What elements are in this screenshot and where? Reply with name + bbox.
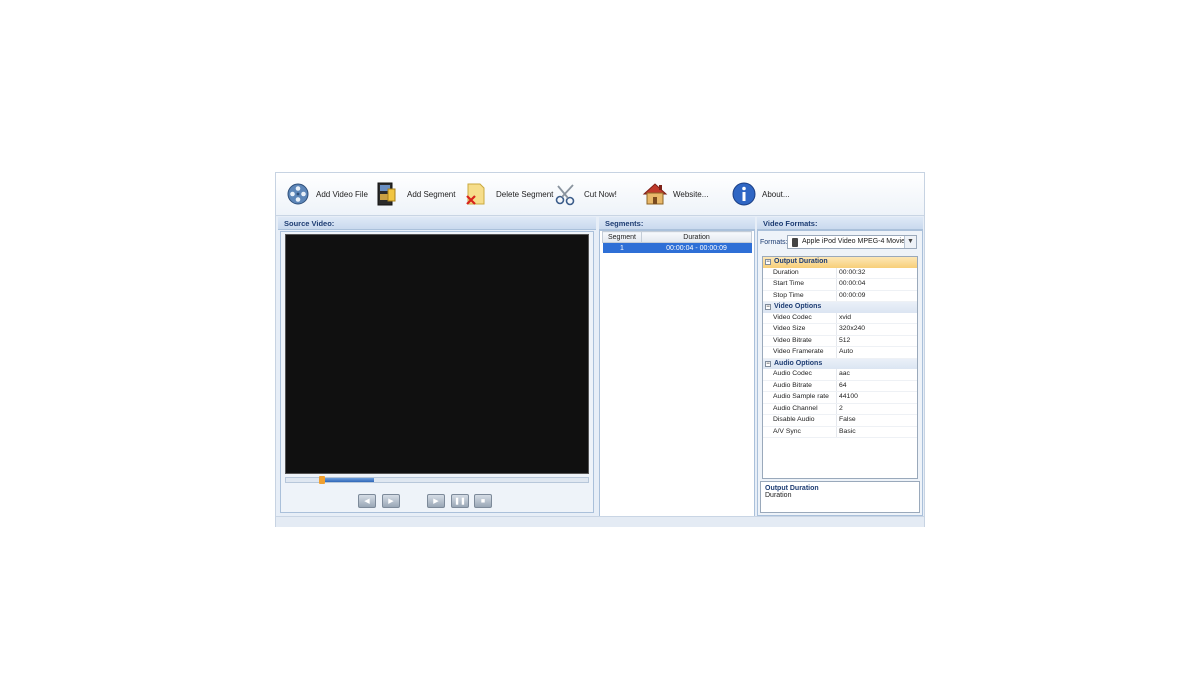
property-row[interactable]: Start Time 00:00:04 <box>763 279 917 291</box>
col-segment-header[interactable]: Segment <box>602 231 642 243</box>
add-segment-icon <box>372 180 400 208</box>
add-segment-button[interactable]: Add Segment <box>372 179 455 209</box>
collapse-icon[interactable]: − <box>765 360 771 367</box>
previous-frame-button[interactable]: ◀ <box>358 494 376 508</box>
property-description: Output Duration Duration <box>760 481 920 513</box>
about-button[interactable]: About... <box>730 179 790 209</box>
next-frame-button[interactable]: ▶ <box>382 494 400 508</box>
property-row[interactable]: Video Bitrate 512 <box>763 335 917 347</box>
pause-button[interactable]: ❚❚ <box>451 494 469 508</box>
seek-slider[interactable] <box>285 476 589 484</box>
website-label: Website... <box>673 189 709 199</box>
play-icon: ▶ <box>433 498 439 505</box>
seek-thumb[interactable] <box>319 476 326 484</box>
formats-selected-value: Apple iPod Video MPEG-4 Movie (*.mp4) <box>802 238 904 245</box>
video-formats-header: Video Formats: <box>757 217 923 230</box>
formats-dropdown[interactable]: Apple iPod Video MPEG-4 Movie (*.mp4) ▼ <box>787 235 917 249</box>
formats-label: Formats: <box>760 239 788 246</box>
add-video-file-button[interactable]: Add Video File <box>284 179 368 209</box>
segments-table: Segment Duration 1 00:00:04 - 00:00:09 <box>602 231 752 253</box>
stop-icon: ■ <box>480 497 486 505</box>
chevron-left-icon: ◀ <box>364 498 370 505</box>
description-text: Duration <box>765 492 792 499</box>
delete-segment-label: Delete Segment <box>496 189 554 199</box>
category-audio-options[interactable]: − Audio Options <box>763 358 917 369</box>
ipod-icon <box>792 237 798 247</box>
film-reel-icon <box>284 180 312 208</box>
chevron-right-icon: ▶ <box>388 498 394 505</box>
segment-duration: 00:00:04 - 00:00:09 <box>641 242 752 253</box>
about-label: About... <box>762 189 790 199</box>
property-row[interactable]: Audio Bitrate 64 <box>763 380 917 392</box>
cut-now-label: Cut Now! <box>584 189 617 199</box>
app-window: Add Video File Add Segment Delete Segmen… <box>275 172 925 527</box>
segment-number: 1 <box>602 242 642 253</box>
property-row[interactable]: Audio Sample rate 44100 <box>763 392 917 404</box>
delete-segment-button[interactable]: Delete Segment <box>462 179 553 209</box>
property-row[interactable]: Audio Codec aac <box>763 369 917 381</box>
info-icon <box>730 180 758 208</box>
property-row[interactable]: Video Codec xvid <box>763 312 917 324</box>
add-segment-label: Add Segment <box>407 189 456 199</box>
stop-button[interactable]: ■ <box>474 494 492 508</box>
play-button[interactable]: ▶ <box>427 494 445 508</box>
property-row[interactable]: Video Framerate Auto <box>763 347 917 359</box>
scissors-icon <box>552 180 580 208</box>
col-duration-header[interactable]: Duration <box>641 231 752 243</box>
table-row[interactable]: 1 00:00:04 - 00:00:09 <box>602 242 752 253</box>
segments-pane <box>599 230 755 517</box>
source-video-header: Source Video: <box>278 217 596 230</box>
property-row[interactable]: A/V Sync Basic <box>763 426 917 438</box>
property-row[interactable]: Audio Channel 2 <box>763 403 917 415</box>
property-row[interactable]: Duration 00:00:32 <box>763 267 917 279</box>
video-preview <box>285 234 589 474</box>
house-icon <box>641 180 669 208</box>
website-button[interactable]: Website... <box>641 179 708 209</box>
collapse-icon[interactable]: − <box>765 259 771 265</box>
cut-now-button[interactable]: Cut Now! <box>552 179 617 209</box>
collapse-icon[interactable]: − <box>765 304 771 310</box>
status-bar <box>276 516 924 527</box>
property-grid: − Output Duration Duration 00:00:32 Start… <box>762 256 918 479</box>
property-row[interactable]: Disable Audio False <box>763 415 917 427</box>
add-video-file-label: Add Video File <box>316 189 368 199</box>
property-row[interactable]: Video Size 320x240 <box>763 324 917 336</box>
segments-header: Segments: <box>599 217 755 230</box>
description-title: Output Duration <box>765 485 819 492</box>
seek-selection <box>325 478 374 482</box>
property-row[interactable]: Stop Time 00:00:09 <box>763 290 917 302</box>
chevron-down-icon[interactable]: ▼ <box>904 236 916 248</box>
category-video-options[interactable]: − Video Options <box>763 302 917 313</box>
toolbar: Add Video File Add Segment Delete Segmen… <box>276 173 924 216</box>
category-output-duration[interactable]: − Output Duration <box>763 257 917 268</box>
pause-icon: ❚❚ <box>454 498 466 505</box>
delete-segment-icon <box>462 180 490 208</box>
